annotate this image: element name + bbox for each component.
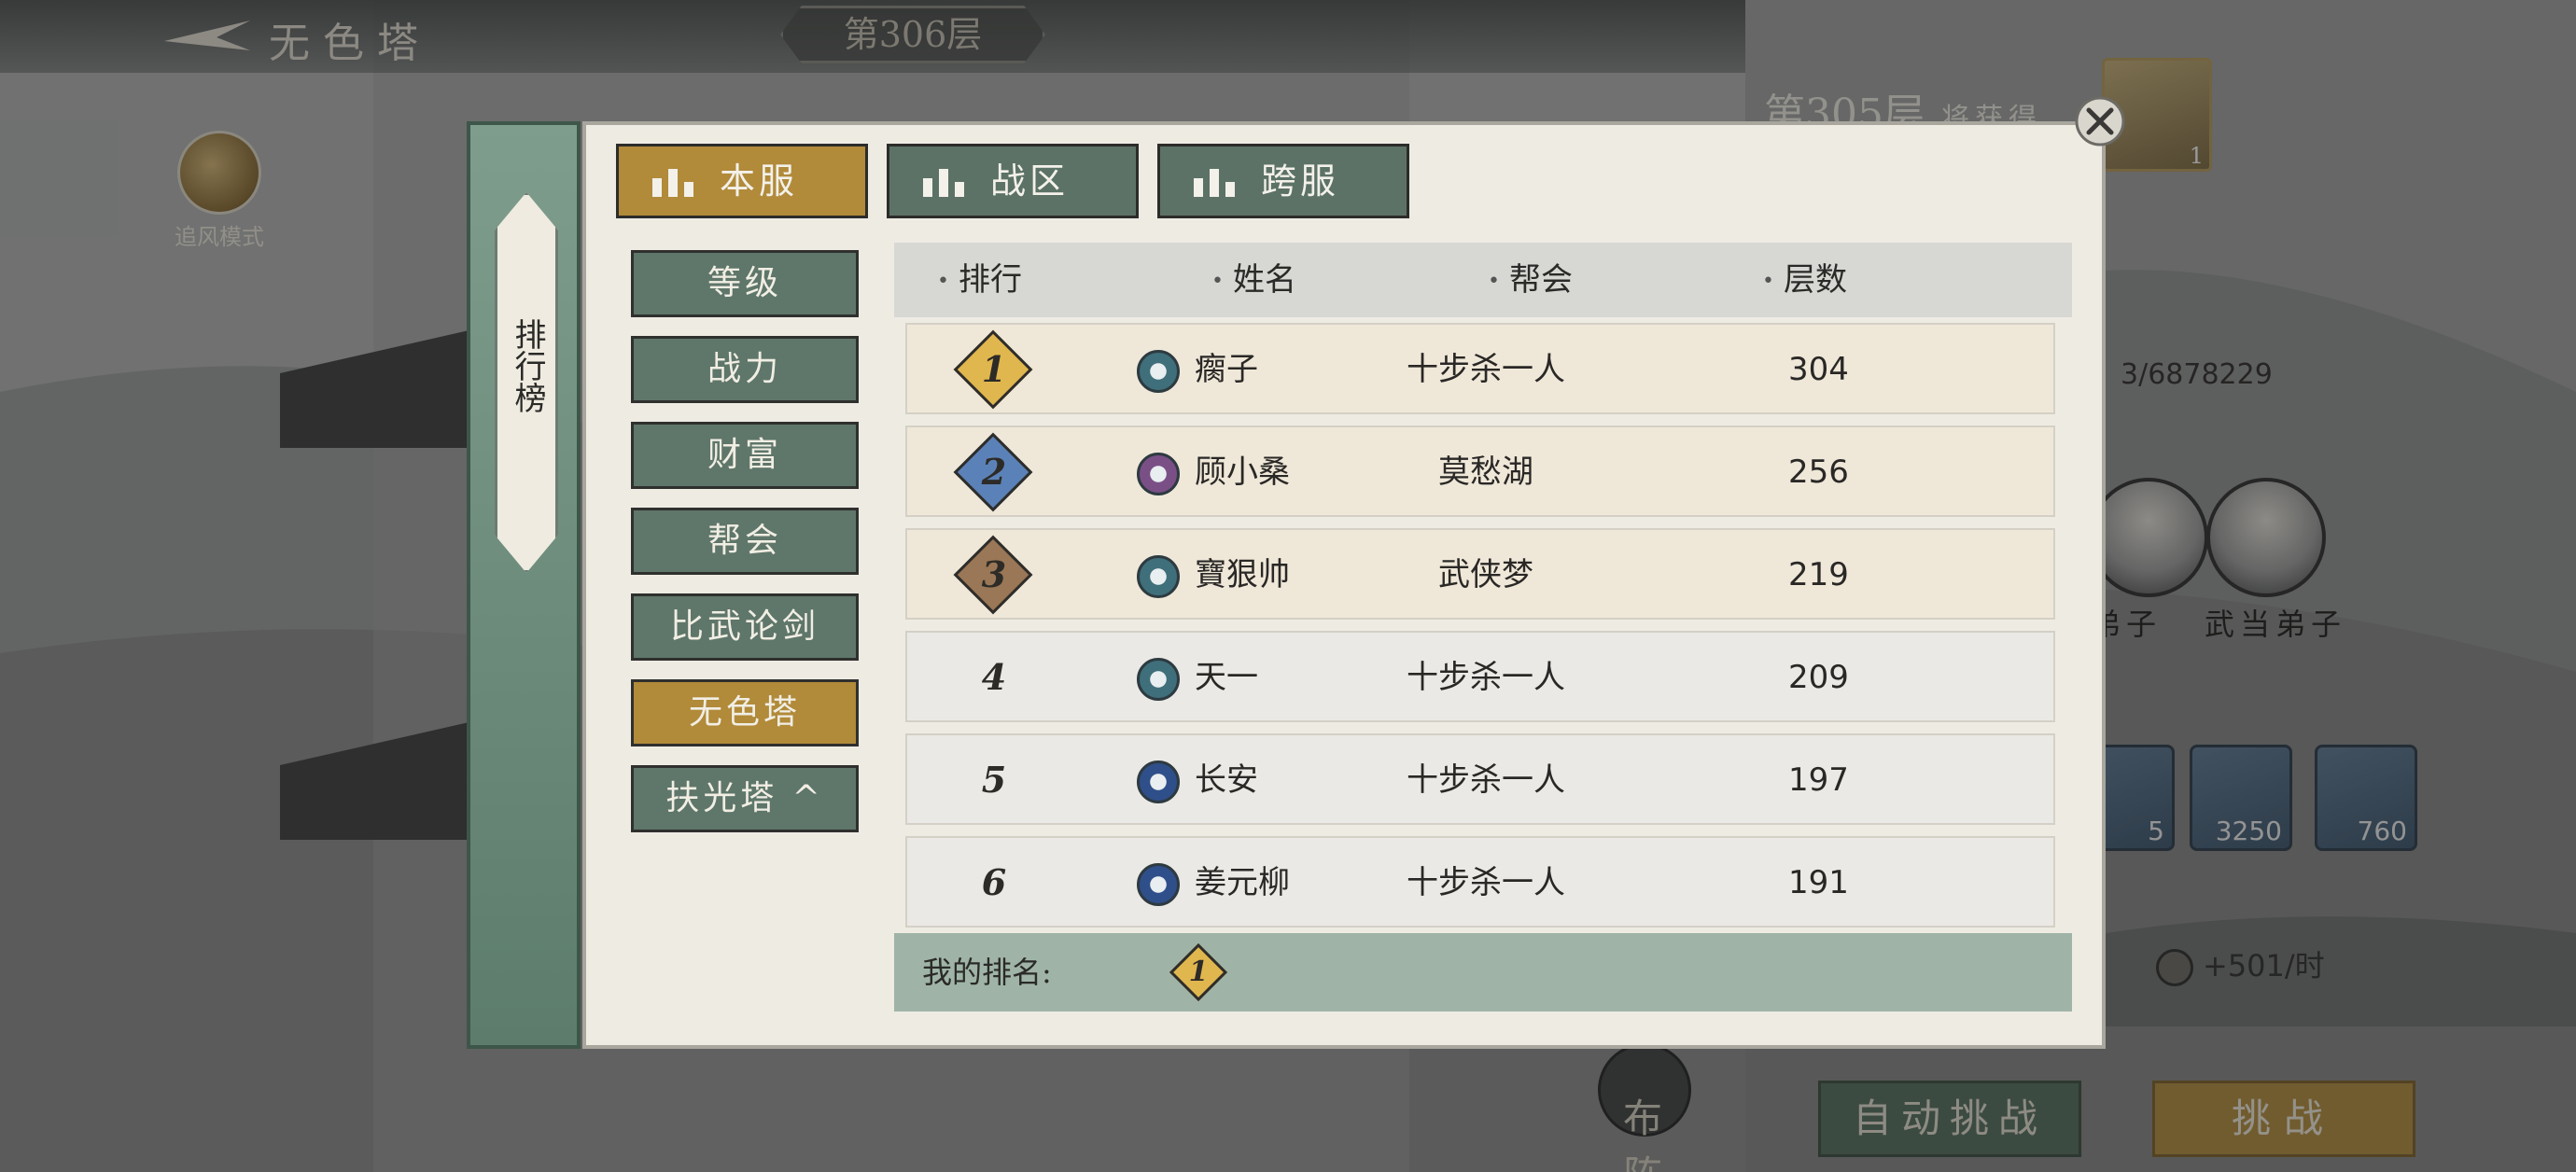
- sect-emblem-icon: [1137, 453, 1180, 495]
- tab-local-server-label: 本服: [720, 160, 799, 202]
- player-name[interactable]: 长安: [1195, 735, 1258, 825]
- player-name[interactable]: 姜元柳: [1195, 838, 1290, 928]
- category-wuse-tower[interactable]: 无色塔: [631, 679, 859, 746]
- tab-war-zone-label: 战区: [990, 160, 1070, 202]
- leaderboard-row[interactable]: 1 瘸子 十步杀一人 304: [905, 323, 2055, 414]
- column-rank: 排行: [937, 243, 1022, 319]
- player-name[interactable]: 寶狠帅: [1195, 530, 1290, 620]
- guild-name: 十步杀一人: [1407, 351, 1565, 388]
- column-floors: 层数: [1762, 243, 1847, 319]
- sect-emblem-icon: [1137, 350, 1180, 393]
- sect-emblem-icon: [1137, 760, 1180, 803]
- column-name: 姓名: [1211, 243, 1296, 319]
- my-rank-value: 1: [1188, 956, 1209, 988]
- leaderboard-row[interactable]: 2 顾小桑 莫愁湖 256: [905, 426, 2055, 517]
- player-name[interactable]: 顾小桑: [1195, 427, 1290, 517]
- leaderboard-row[interactable]: 4 天一 十步杀一人 209: [905, 631, 2055, 722]
- sect-emblem-icon: [1137, 555, 1180, 598]
- category-wealth[interactable]: 财富: [631, 422, 859, 489]
- my-rank-bar: 我的排名: 1: [894, 933, 2072, 1012]
- category-duel[interactable]: 比武论剑: [631, 593, 859, 661]
- leaderboard-row[interactable]: 3 寶狠帅 武侠梦 219: [905, 528, 2055, 620]
- tab-local-server[interactable]: 本服: [616, 144, 868, 218]
- floors-value: 219: [1788, 556, 1849, 593]
- tab-cross-server-label: 跨服: [1261, 160, 1340, 202]
- my-rank-label: 我的排名:: [922, 955, 1052, 990]
- leaderboard-row[interactable]: 6 姜元柳 十步杀一人 191: [905, 836, 2055, 928]
- guild-name: 莫愁湖: [1438, 453, 1533, 491]
- rank-number: 6: [981, 861, 1007, 903]
- sect-emblem-icon: [1137, 658, 1180, 701]
- floors-value: 197: [1788, 761, 1849, 799]
- guild-name: 十步杀一人: [1407, 864, 1565, 901]
- guild-name: 武侠梦: [1438, 556, 1533, 593]
- bar-chart-icon: [923, 169, 964, 197]
- leaderboard-side-tab[interactable]: 排行榜: [495, 192, 558, 573]
- category-fuguang-tower[interactable]: 扶光塔 ^: [631, 765, 859, 832]
- tab-cross-server[interactable]: 跨服: [1157, 144, 1409, 218]
- player-name[interactable]: 天一: [1195, 633, 1258, 722]
- rank-number: 3: [981, 553, 1007, 595]
- tab-war-zone[interactable]: 战区: [887, 144, 1139, 218]
- leaderboard-header: 排行 姓名 帮会 层数: [894, 243, 2072, 317]
- bar-chart-icon: [1194, 169, 1235, 197]
- bar-chart-icon: [652, 169, 693, 197]
- category-guild[interactable]: 帮会: [631, 508, 859, 575]
- category-level[interactable]: 等级: [631, 250, 859, 317]
- leaderboard-row[interactable]: 5 长安 十步杀一人 197: [905, 733, 2055, 825]
- floors-value: 304: [1788, 351, 1849, 388]
- guild-name: 十步杀一人: [1407, 761, 1565, 799]
- close-icon[interactable]: [2074, 95, 2126, 147]
- guild-name: 十步杀一人: [1407, 659, 1565, 696]
- category-power[interactable]: 战力: [631, 336, 859, 403]
- floors-value: 256: [1788, 453, 1849, 491]
- rank-number: 4: [981, 656, 1007, 698]
- floors-value: 209: [1788, 659, 1849, 696]
- player-name[interactable]: 瘸子: [1195, 325, 1258, 414]
- rank-number: 2: [981, 451, 1007, 493]
- rank-number: 1: [981, 348, 1007, 390]
- floors-value: 191: [1788, 864, 1849, 901]
- leaderboard-side-tab-label: 排行榜: [509, 318, 546, 413]
- column-guild: 帮会: [1488, 243, 1573, 319]
- sect-emblem-icon: [1137, 863, 1180, 906]
- rank-number: 5: [981, 759, 1007, 801]
